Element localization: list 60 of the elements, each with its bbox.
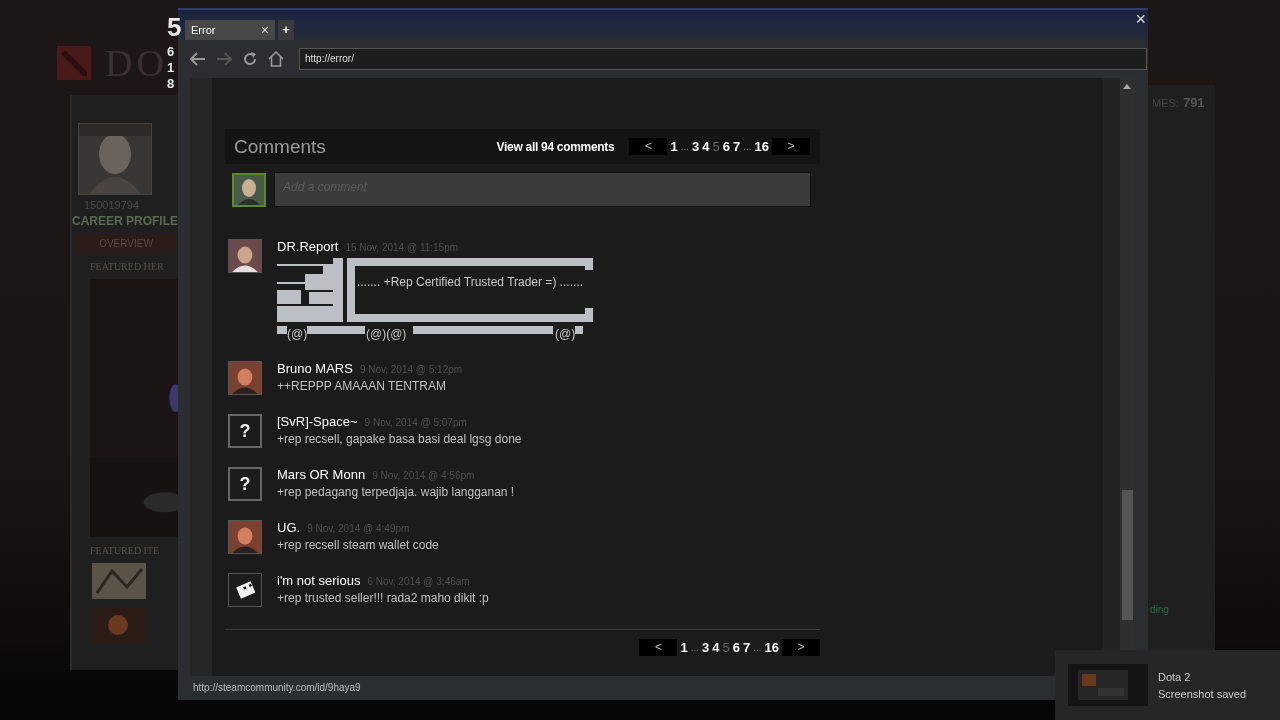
- new-tab-button[interactable]: +: [278, 20, 294, 40]
- page-link[interactable]: 4: [712, 640, 720, 655]
- page-link[interactable]: 7: [732, 139, 741, 154]
- previous-page-button[interactable]: <: [629, 138, 668, 155]
- question-mark: ?: [239, 473, 251, 495]
- comment-text: +rep recsell steam wallet code: [277, 538, 439, 552]
- status-bar-url: http://steamcommunity.com/id/9haya9: [193, 681, 361, 693]
- page-link[interactable]: 3: [692, 139, 700, 154]
- comment-text: +rep recsell, gapake basa basi deal lgsg done: [277, 432, 522, 446]
- page-link[interactable]: 16: [754, 139, 769, 154]
- page-link[interactable]: 3: [702, 640, 710, 655]
- stat-value: 5: [167, 12, 182, 42]
- comment-author[interactable]: [SvR]-Space~: [277, 414, 358, 429]
- tab-title: Error: [191, 24, 216, 36]
- page-ellipsis: ...: [743, 141, 752, 152]
- comment-author[interactable]: Mars OR Monn: [277, 467, 366, 482]
- comment-author[interactable]: DR.Report: [277, 239, 339, 254]
- stat-value: 6: [167, 44, 176, 60]
- truck-caption: ....... +Rep Certified Trusted Trader =) .......: [356, 275, 584, 289]
- page-link[interactable]: 1: [670, 139, 678, 154]
- home-icon[interactable]: [268, 51, 284, 67]
- notification-title: Dota 2: [1158, 670, 1192, 683]
- reload-icon[interactable]: [242, 51, 258, 67]
- comment-author[interactable]: i'm not serious: [277, 573, 361, 588]
- page-link[interactable]: 7: [742, 640, 751, 655]
- wheel-text: (@)(@): [366, 327, 407, 341]
- status-text: ding: [1150, 604, 1170, 615]
- url-field[interactable]: http://error/: [299, 48, 1147, 70]
- view-all-link[interactable]: View all 94 comments: [496, 139, 615, 154]
- logo-icon: [57, 46, 91, 80]
- previous-page-button[interactable]: <: [639, 639, 678, 656]
- browser-tab[interactable]: Error ×: [185, 20, 275, 40]
- comment-text: +rep trusted seller!!! rada2 maho dikit :p: [277, 591, 489, 605]
- scroll-up-icon[interactable]: [1122, 82, 1132, 90]
- scrollbar-thumb[interactable]: [1122, 490, 1133, 620]
- page-link[interactable]: 6: [722, 139, 730, 154]
- wheel-text: (@): [287, 327, 308, 341]
- next-page-button[interactable]: >: [782, 639, 820, 656]
- page-link[interactable]: 1: [680, 640, 688, 655]
- comment-text: +rep pedagang terpedjaja. wajib langganan !: [277, 485, 515, 499]
- comment-author[interactable]: UG.: [277, 520, 301, 535]
- back-icon[interactable]: [190, 51, 206, 67]
- comment-text: ++REPPP AMAAAN TENTRAM: [277, 379, 447, 393]
- close-button[interactable]: ×: [1135, 10, 1146, 28]
- stat-value: 8: [167, 76, 176, 92]
- wheel-text: (@): [555, 327, 576, 341]
- comments-title: Comments: [234, 135, 327, 158]
- comment-author[interactable]: Bruno MARS: [277, 361, 353, 376]
- page-ellipsis: ...: [690, 642, 699, 653]
- stat-value: 1: [167, 60, 176, 76]
- page-link[interactable]: 4: [702, 139, 710, 154]
- page-ellipsis: ...: [753, 642, 762, 653]
- page-link[interactable]: 6: [732, 640, 740, 655]
- question-mark: ?: [239, 420, 251, 442]
- page-link[interactable]: 16: [764, 640, 779, 655]
- tab-close-button[interactable]: ×: [260, 22, 269, 38]
- profile-title: CAREER PROFILE: [72, 214, 178, 228]
- page-ellipsis: ...: [680, 141, 689, 152]
- notification-message: Screenshot saved: [1158, 687, 1247, 700]
- next-page-button[interactable]: >: [772, 138, 810, 155]
